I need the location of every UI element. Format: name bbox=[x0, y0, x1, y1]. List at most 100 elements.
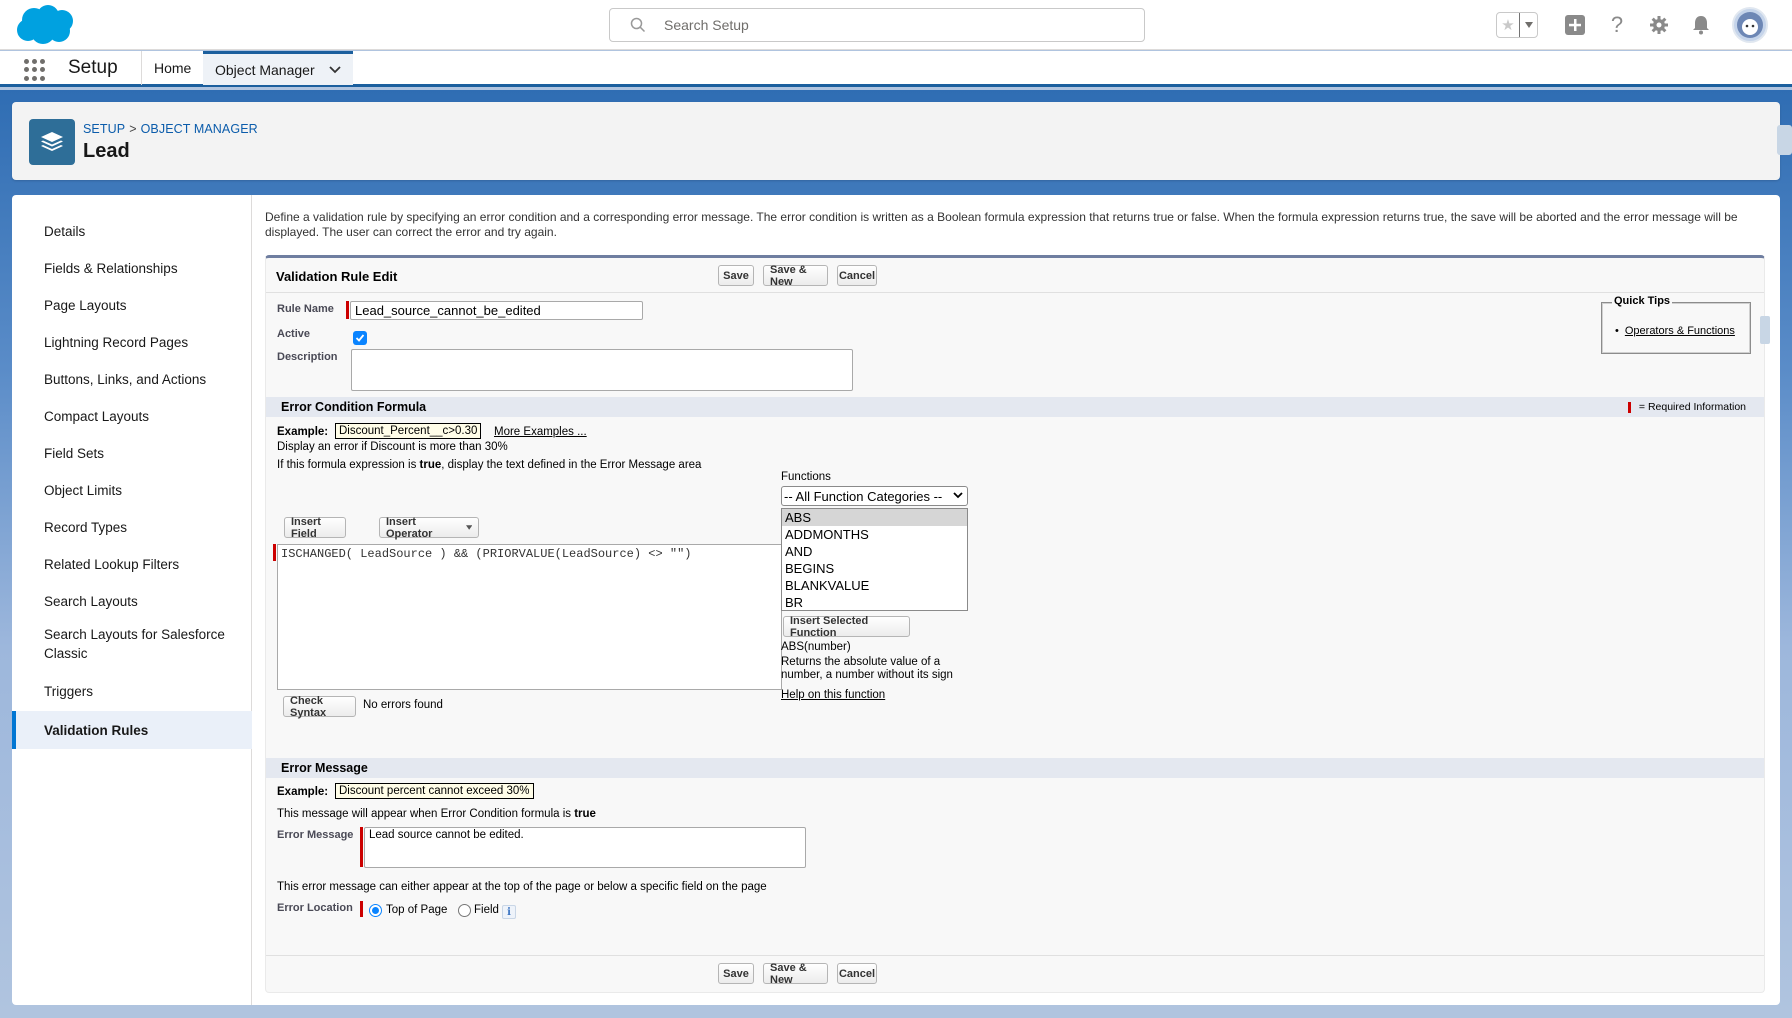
search-setup-box[interactable] bbox=[609, 8, 1145, 42]
app-launcher-icon[interactable] bbox=[24, 59, 46, 81]
sidebar-item-buttons-links-actions[interactable]: Buttons, Links, and Actions bbox=[12, 363, 252, 395]
required-indicator bbox=[346, 301, 349, 319]
function-listbox[interactable]: ABS ADDMONTHS AND BEGINS BLANKVALUE BR bbox=[781, 508, 968, 611]
search-setup-input[interactable] bbox=[662, 16, 1102, 34]
message-example-label: Example: bbox=[277, 786, 329, 798]
tab-object-manager[interactable]: Object Manager bbox=[203, 51, 353, 85]
sidebar-item-label: Details bbox=[44, 223, 86, 239]
favorites-group: ★ bbox=[1496, 12, 1538, 38]
function-option[interactable]: AND bbox=[782, 543, 967, 560]
help-icon[interactable]: ? bbox=[1606, 12, 1628, 37]
tab-home-label: Home bbox=[154, 60, 192, 76]
favorite-star-icon[interactable]: ★ bbox=[1497, 13, 1519, 37]
tab-home[interactable]: Home bbox=[142, 51, 203, 85]
app-name: Setup bbox=[68, 57, 118, 78]
setup-gear-icon[interactable] bbox=[1648, 14, 1670, 36]
insert-operator-label: Insert Operator bbox=[386, 515, 433, 540]
function-option[interactable]: BEGINS bbox=[782, 560, 967, 577]
formula-example-label: Example: bbox=[277, 426, 329, 438]
save-button-top[interactable]: Save bbox=[718, 265, 754, 286]
sidebar-item-label: Search Layouts bbox=[44, 593, 138, 609]
favorites-dropdown-icon[interactable] bbox=[1519, 13, 1537, 37]
salesforce-logo-icon[interactable] bbox=[14, 4, 76, 46]
help-on-function-link[interactable]: Help on this function bbox=[781, 689, 885, 701]
global-add-icon[interactable] bbox=[1564, 14, 1586, 36]
chevron-down-icon[interactable] bbox=[328, 65, 341, 74]
insert-selected-function-button[interactable]: Insert Selected Function bbox=[783, 615, 910, 639]
operators-functions-link[interactable]: Operators & Functions bbox=[1625, 325, 1735, 337]
breadcrumb-separator: > bbox=[129, 122, 137, 136]
active-checkbox[interactable] bbox=[353, 331, 367, 345]
info-icon[interactable]: i bbox=[502, 905, 516, 919]
header-actions: ★ ? bbox=[1496, 7, 1768, 43]
footer-divider bbox=[266, 955, 1764, 956]
radio-field[interactable] bbox=[458, 904, 471, 917]
required-legend-text: = Required Information bbox=[1638, 401, 1746, 413]
object-layers-icon bbox=[29, 119, 75, 165]
cancel-button-top[interactable]: Cancel bbox=[837, 265, 877, 286]
user-avatar[interactable] bbox=[1732, 7, 1768, 43]
formula-editor[interactable] bbox=[277, 544, 782, 690]
function-option[interactable]: ABS bbox=[782, 509, 967, 526]
hint-text: If this formula expression is bbox=[277, 459, 420, 471]
save-button-bottom[interactable]: Save bbox=[718, 963, 754, 984]
checkmark-icon bbox=[355, 334, 365, 342]
notifications-bell-icon[interactable] bbox=[1690, 14, 1712, 36]
sidebar-item-object-limits[interactable]: Object Limits bbox=[12, 474, 252, 506]
formula-section-header: Error Condition Formula = Required Infor… bbox=[266, 397, 1764, 417]
more-examples-link[interactable]: More Examples ... bbox=[494, 426, 587, 438]
sidebar-item-search-layouts[interactable]: Search Layouts bbox=[12, 585, 252, 617]
sidebar-item-label: Validation Rules bbox=[44, 722, 149, 738]
sidebar-item-page-layouts[interactable]: Page Layouts bbox=[12, 289, 252, 321]
header-divider bbox=[266, 292, 1764, 293]
sidebar-item-validation-rules[interactable]: Validation Rules bbox=[12, 711, 252, 749]
cancel-button-bottom[interactable]: Cancel bbox=[837, 963, 877, 984]
sidebar-item-field-sets[interactable]: Field Sets bbox=[12, 437, 252, 469]
header-collapse-handle[interactable] bbox=[1777, 125, 1792, 155]
sidebar-item-label: Object Limits bbox=[44, 482, 123, 498]
error-message-section-title: Error Message bbox=[281, 761, 368, 775]
sidebar-item-details[interactable]: Details bbox=[12, 215, 252, 247]
function-option[interactable]: ADDMONTHS bbox=[782, 526, 967, 543]
radio-top-of-page[interactable] bbox=[369, 904, 382, 917]
description-textarea[interactable] bbox=[351, 349, 853, 391]
search-icon bbox=[630, 17, 646, 33]
breadcrumb-object-manager[interactable]: OBJECT MANAGER bbox=[141, 122, 258, 136]
error-message-section-header: Error Message bbox=[266, 758, 1764, 778]
error-location-label: Error Location bbox=[277, 902, 353, 914]
object-sidebar-nav: Details Fields & Relationships Page Layo… bbox=[12, 195, 252, 1005]
sidebar-item-related-lookup-filters[interactable]: Related Lookup Filters bbox=[12, 548, 252, 580]
breadcrumb-setup[interactable]: SETUP bbox=[83, 122, 125, 136]
sidebar-item-label: Buttons, Links, and Actions bbox=[44, 371, 207, 387]
sidebar-item-label: Triggers bbox=[44, 683, 94, 699]
save-new-button-bottom[interactable]: Save & New bbox=[763, 962, 828, 986]
hint-text: , display the text defined in the Error … bbox=[441, 459, 702, 471]
error-message-textarea[interactable] bbox=[364, 827, 806, 868]
quick-tips-collapse-handle[interactable] bbox=[1760, 316, 1770, 344]
rule-name-input[interactable] bbox=[350, 301, 643, 320]
sidebar-item-triggers[interactable]: Triggers bbox=[12, 675, 252, 707]
sidebar-item-label: Search Layouts for Salesforce Classic bbox=[44, 627, 225, 661]
function-category-value: -- All Function Categories -- bbox=[784, 488, 943, 504]
function-category-select[interactable]: -- All Function Categories -- bbox=[781, 486, 968, 506]
quick-tips-item: • Operators & Functions bbox=[1615, 325, 1735, 337]
sidebar-item-label: Compact Layouts bbox=[44, 408, 150, 424]
intro-text: Define a validation rule by specifying a… bbox=[265, 210, 1738, 239]
object-page-header: SETUP > OBJECT MANAGER Lead bbox=[12, 102, 1780, 180]
check-syntax-button[interactable]: Check Syntax bbox=[283, 695, 356, 719]
sidebar-item-fields-relationships[interactable]: Fields & Relationships bbox=[12, 252, 252, 284]
insert-field-button[interactable]: Insert Field bbox=[284, 516, 346, 540]
syntax-result: No errors found bbox=[363, 699, 443, 711]
function-option[interactable]: BLANKVALUE bbox=[782, 577, 967, 594]
insert-operator-button[interactable]: Insert Operator bbox=[379, 515, 479, 540]
sidebar-item-record-types[interactable]: Record Types bbox=[12, 511, 252, 543]
breadcrumb: SETUP > OBJECT MANAGER bbox=[83, 122, 258, 136]
function-description-line2: number, a number without its sign bbox=[781, 669, 953, 681]
save-new-button-top[interactable]: Save & New bbox=[763, 264, 828, 288]
function-option[interactable]: BR bbox=[782, 594, 967, 610]
location-hint: This error message can either appear at … bbox=[277, 881, 767, 893]
sidebar-item-compact-layouts[interactable]: Compact Layouts bbox=[12, 400, 252, 432]
required-indicator bbox=[360, 901, 363, 917]
sidebar-item-lightning-record-pages[interactable]: Lightning Record Pages bbox=[12, 326, 252, 358]
sidebar-item-search-layouts-classic[interactable]: Search Layouts for Salesforce Classic bbox=[12, 623, 252, 665]
